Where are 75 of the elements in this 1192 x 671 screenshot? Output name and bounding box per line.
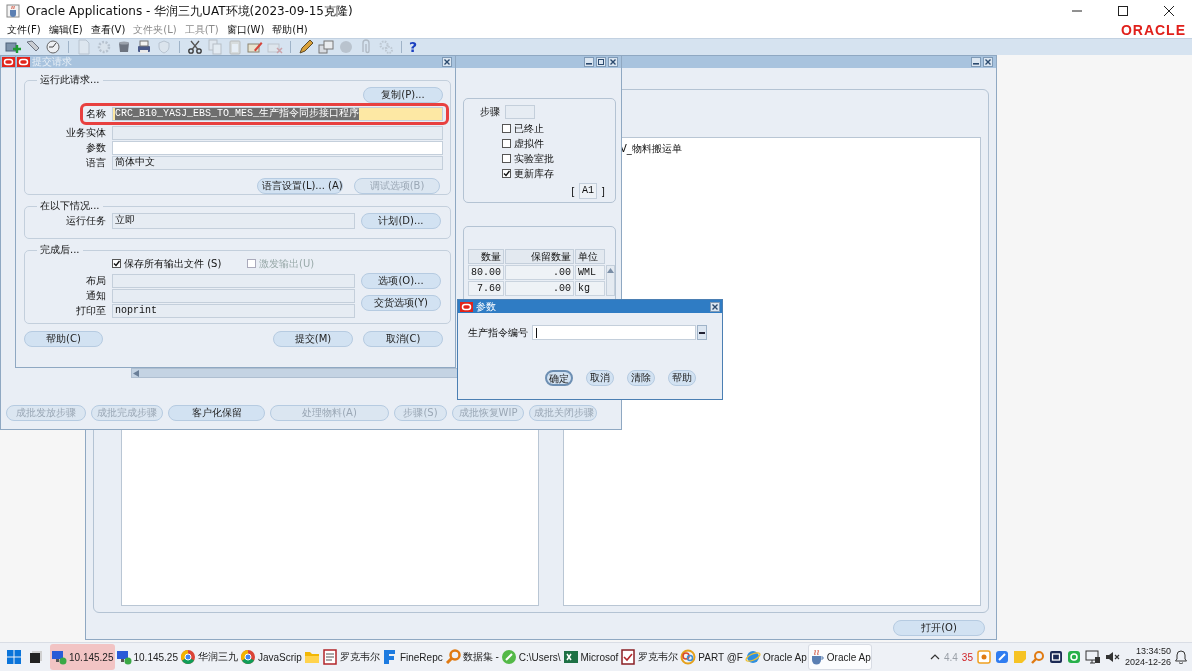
dialog-button[interactable]: 清除 [627,370,655,386]
field-label: 参数 [85,140,106,155]
taskbar-button[interactable]: FineRepc [380,644,444,670]
cancel-button[interactable]: 取消(C) [363,331,443,347]
dialog-title: 参数 [476,300,496,313]
taskbar-button[interactable]: 罗克韦尔 [619,644,680,670]
copy-button[interactable]: 复制(P)... [363,87,443,103]
menu-item[interactable]: 窗口(W) [222,23,269,37]
taskbar-button[interactable]: 数据集 - [443,644,500,670]
taskbar-button[interactable]: PART @F [679,644,744,670]
table-cell: kg [575,281,605,296]
taskbar-button[interactable]: 10.145.25 [114,644,179,670]
code-field: A1 [579,183,598,199]
tray-reading: 4.4 [943,651,958,663]
table-cell: .00 [505,281,574,296]
options-button[interactable]: 选项(O)... [361,272,441,289]
text-field[interactable]: CRC_B10_YASJ_EBS_TO_MES_生产指令同步接口程序 [112,107,443,121]
submit-button[interactable]: 提交(M) [273,331,353,347]
logo: ORACLE [1120,22,1186,38]
table-cell: WML [575,265,605,280]
delivery-button[interactable]: 交货选项(Y) [361,295,441,311]
checkbox-label: 更新库存 [514,166,554,181]
field-label: 运行任务 [65,213,106,228]
field-label: 语言 [85,155,106,170]
text-field[interactable]: 立即 [112,212,355,229]
schedule-button[interactable]: 计划(D)... [361,212,441,229]
text-field[interactable]: 简体中文 [112,155,443,170]
action-button[interactable]: 客户化保留 [168,405,265,421]
field-label: 步骤 [480,105,500,119]
field-label: 布局 [85,273,106,288]
dialog-button[interactable]: 帮助 [668,370,696,386]
group-title: 运行此请求... [39,73,101,87]
field-label: 名称 [85,107,106,121]
clock-date: 2024-12-26 [1124,657,1171,668]
table-cell: 80.00 [468,265,504,280]
field-label: 业务实体 [65,125,106,140]
checkbox-label: 激发输出(U) [259,256,315,271]
dialog-button[interactable]: 语言设置(L)... (A) [257,178,343,194]
taskbar-button[interactable]: Oracle Ap [743,644,808,670]
dialog-button[interactable]: 取消 [586,370,614,386]
taskbar-button[interactable]: Oracle Ap [807,644,872,670]
bracket: [ [571,185,576,197]
checkbox-label: 已终止 [514,121,544,136]
taskbar-button[interactable]: 华润三九 [179,644,239,670]
taskbar-button[interactable]: Microsof [561,644,620,670]
clock-time: 13:34:50 [1135,646,1171,657]
checkbox-label: 实验室批 [514,151,554,166]
column-header: 单位 [575,249,605,264]
group-title: 在以下情况... [39,199,101,213]
menu-item[interactable]: 编辑(E) [44,23,87,37]
checkbox-label: 保存所有输出文件 (S) [124,256,222,271]
help-button[interactable]: 帮助(C) [24,331,103,347]
dialog-button[interactable]: 确定 [545,370,573,386]
menu-item[interactable]: 文件(F) [3,23,45,37]
window-title: Oracle Applications - 华润三九UAT环境(2023-09-15克隆) [26,2,353,20]
taskbar-button[interactable]: 10.145.25 [50,644,115,670]
bracket: ] [601,185,605,197]
tray-count: 35 [961,651,973,663]
text-field[interactable]: noprint [112,303,355,318]
checkbox-label: 虚拟件 [514,136,544,151]
table-cell: .00 [505,265,574,280]
field-label: 生产指令编号 [468,325,528,340]
open-button[interactable]: 打开(O) [893,620,985,636]
table-cell: 7.60 [468,281,504,296]
menu-item[interactable]: 帮助(H) [268,23,312,37]
taskbar-button[interactable]: 罗克韦尔 [320,644,381,670]
taskbar-button[interactable]: JavaScrip [239,644,303,670]
menu-item[interactable]: 查看(V) [86,23,130,37]
taskbar-button[interactable]: C:\Users\ [499,644,562,670]
field-label: 通知 [85,288,106,303]
column-header: 数量 [468,249,504,264]
column-header: 保留数量 [505,249,574,264]
group-title: 完成后... [39,243,81,257]
field-label: 打印至 [75,303,106,318]
help-button[interactable]: ? [409,39,418,55]
